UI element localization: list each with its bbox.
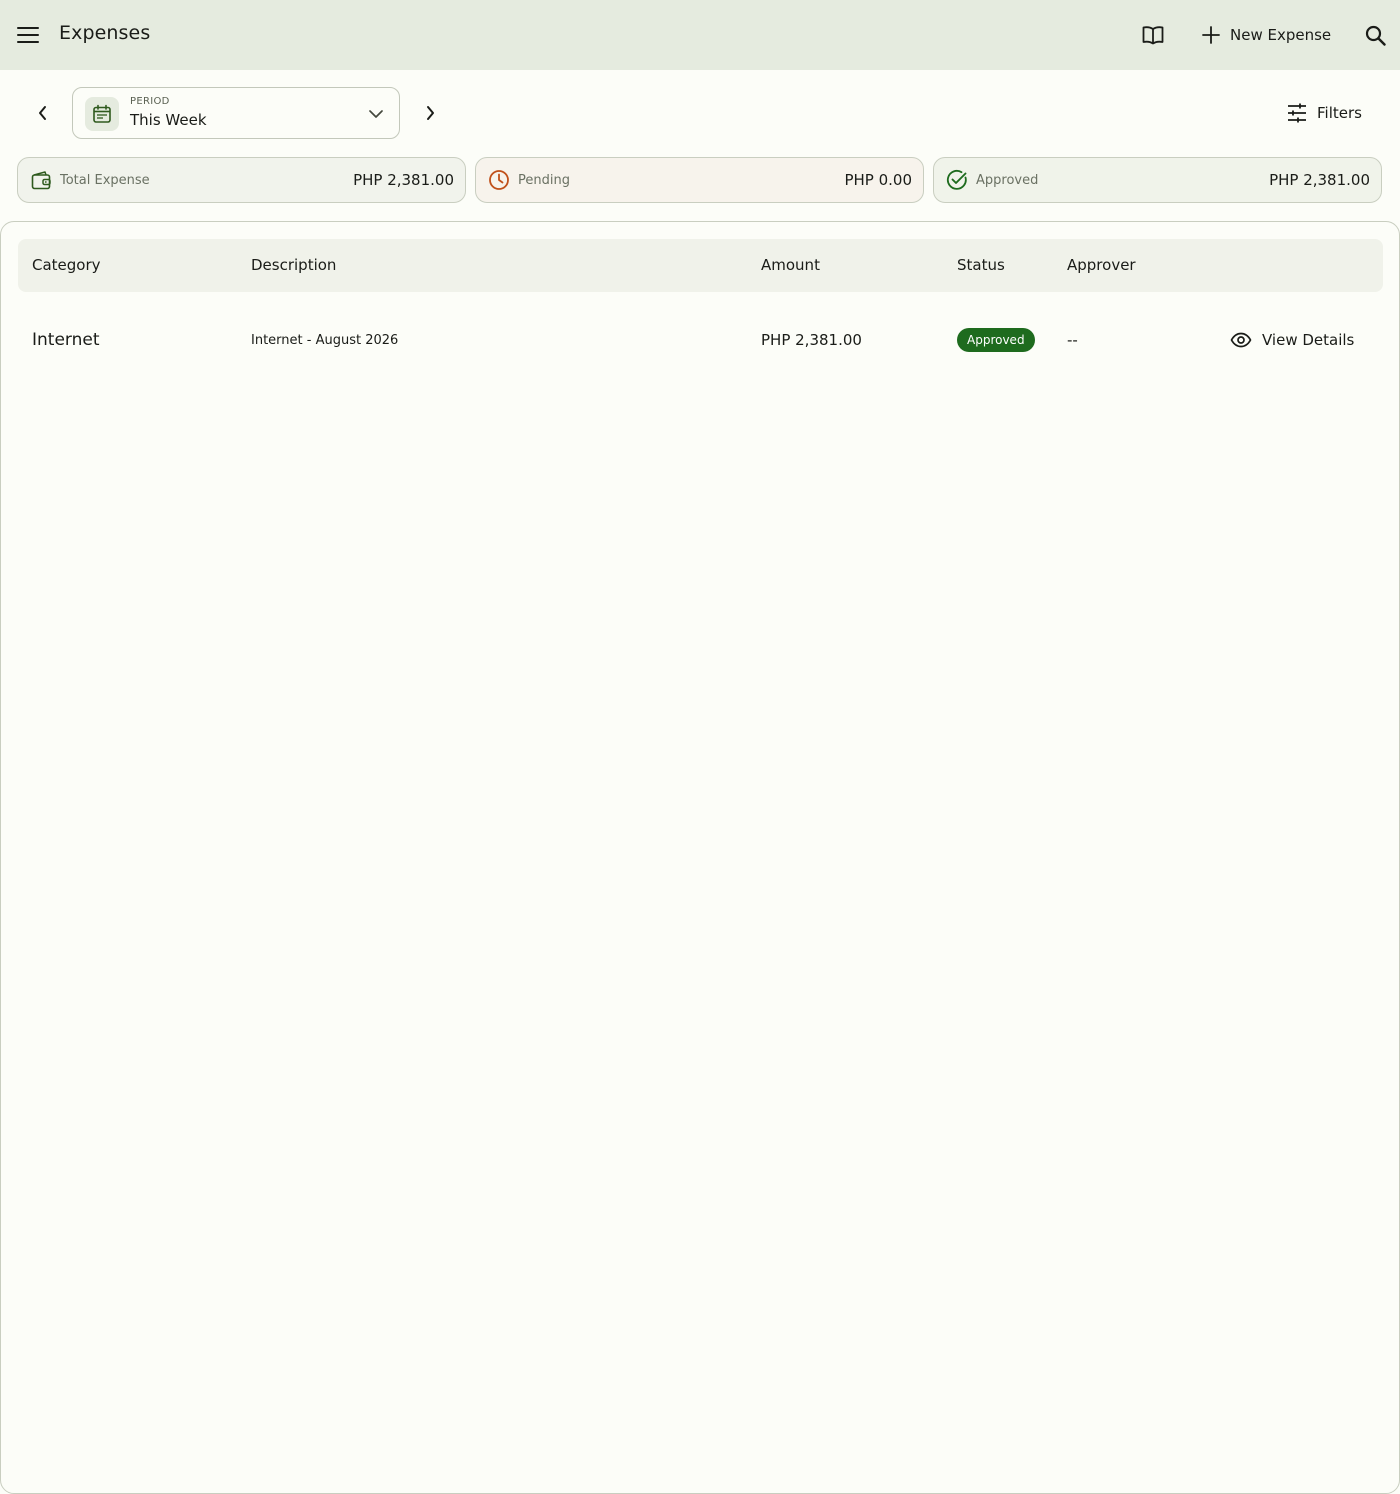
new-expense-button[interactable]: New Expense [1198,18,1335,52]
menu-icon [17,27,39,43]
summary-card-total: Total Expense PHP 2,381.00 [17,157,466,203]
summary-total-value: PHP 2,381.00 [353,171,454,189]
tune-icon [1288,103,1306,123]
summary-approved-value: PHP 2,381.00 [1269,171,1370,189]
search-icon [1365,25,1386,46]
check-circle-icon [946,169,968,191]
summary-pending-label: Pending [518,172,570,188]
summary-pending-value: PHP 0.00 [844,171,912,189]
app-bar: Expenses New Expense [0,0,1400,70]
view-details-button[interactable]: View Details [1230,325,1354,355]
search-button[interactable] [1359,19,1391,51]
expenses-table: Category Description Amount Status Appro… [0,221,1400,1494]
chevron-down-icon [369,110,383,118]
column-header-category[interactable]: Category [32,256,101,274]
chevron-left-icon [39,106,46,120]
status-badge: Approved [957,328,1035,352]
period-dropdown-toggle[interactable] [366,104,386,124]
wallet-icon [30,169,52,191]
chevron-right-icon [427,106,434,120]
plus-icon [1202,26,1220,44]
table-row[interactable]: Internet Internet - August 2026 PHP 2,38… [18,318,1383,362]
period-select[interactable]: PERIOD This Week [72,87,400,139]
book-icon [1142,26,1164,45]
cell-approver: -- [1067,331,1078,349]
summary-total-label: Total Expense [60,172,150,188]
cell-status: Approved [957,318,1035,362]
filters-button[interactable]: Filters [1286,98,1362,128]
guide-button[interactable] [1137,20,1169,50]
calendar-icon [93,104,111,123]
period-icon-container [85,97,119,131]
column-header-status[interactable]: Status [957,256,1005,274]
cell-category: Internet [32,330,100,350]
view-details-label: View Details [1262,331,1355,349]
filters-label: Filters [1317,104,1362,122]
next-period-button[interactable] [415,98,445,128]
summary-card-approved: Approved PHP 2,381.00 [933,157,1382,203]
clock-icon [488,169,510,191]
page-title: Expenses [59,22,151,44]
column-header-description[interactable]: Description [251,256,336,274]
eye-icon [1230,332,1252,348]
table-header: Category Description Amount Status Appro… [18,239,1383,292]
summary-approved-label: Approved [976,172,1039,188]
column-header-amount[interactable]: Amount [761,256,820,274]
cell-amount: PHP 2,381.00 [761,331,862,349]
cell-description: Internet - August 2026 [251,332,399,348]
column-header-approver[interactable]: Approver [1067,256,1136,274]
summary-card-pending: Pending PHP 0.00 [475,157,924,203]
new-expense-label: New Expense [1230,26,1332,44]
menu-button[interactable] [13,21,43,49]
period-value: This Week [130,111,207,129]
previous-period-button[interactable] [28,98,58,128]
period-caption: PERIOD [130,96,170,107]
